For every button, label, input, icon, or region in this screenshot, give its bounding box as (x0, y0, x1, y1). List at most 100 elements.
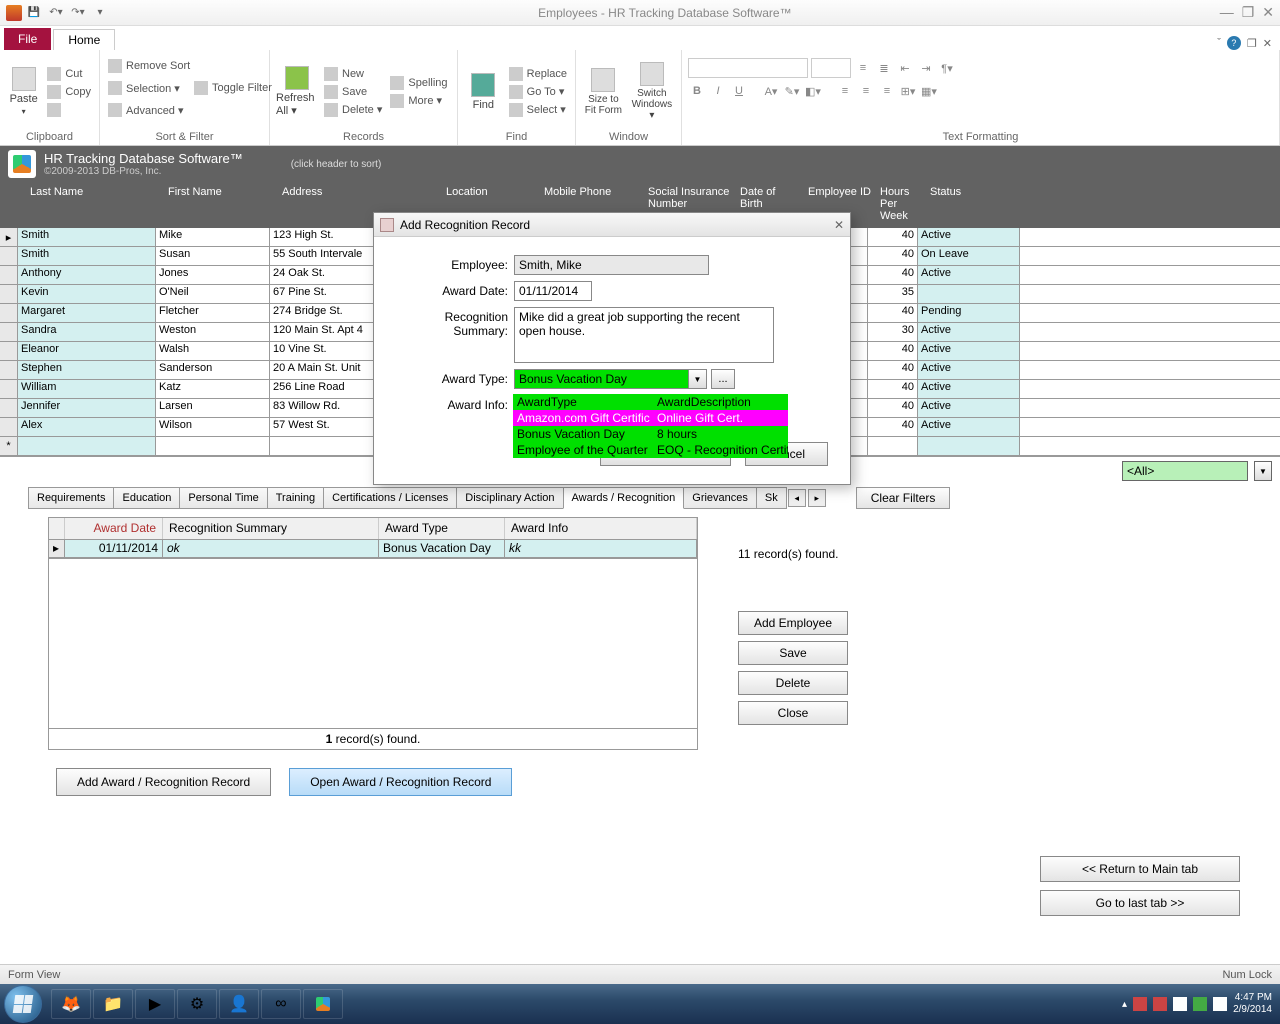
awardtype-dropdown-icon[interactable]: ▼ (689, 369, 707, 389)
select-button[interactable]: Select ▾ (507, 102, 569, 118)
remove-sort-button[interactable]: Remove Sort (106, 58, 274, 74)
start-button[interactable] (4, 985, 42, 1023)
format-painter-button[interactable] (45, 102, 93, 118)
awarddate-field[interactable]: 01/11/2014 (514, 281, 592, 301)
dropdown-option[interactable]: Bonus Vacation Day8 hours (513, 426, 788, 442)
find-button[interactable]: Find (464, 54, 503, 129)
detail-tab[interactable]: Training (267, 487, 324, 509)
cut-button[interactable]: Cut (45, 66, 93, 82)
qat-customize-icon[interactable]: ▾ (90, 4, 110, 22)
minimize-button[interactable]: — (1220, 4, 1234, 21)
numbering-icon[interactable]: ≣ (875, 59, 893, 77)
align-center-button[interactable]: ≡ (857, 82, 875, 100)
column-header[interactable]: Status (926, 184, 1028, 224)
return-main-tab-button[interactable]: << Return to Main tab (1040, 856, 1240, 882)
goto-button[interactable]: Go To ▾ (507, 84, 569, 100)
save-record-button[interactable]: Save (322, 84, 384, 100)
tray-icon-1[interactable] (1133, 997, 1147, 1011)
para-icon[interactable]: ¶▾ (938, 59, 956, 77)
go-last-tab-button[interactable]: Go to last tab >> (1040, 890, 1240, 916)
refresh-all-button[interactable]: Refresh All ▾ (276, 54, 318, 129)
fill-button[interactable]: ◧▾ (804, 82, 822, 100)
new-record-button[interactable]: New (322, 66, 384, 82)
switch-windows-button[interactable]: Switch Windows ▾ (629, 54, 675, 129)
tray-flag-icon[interactable] (1213, 997, 1227, 1011)
close-button[interactable]: ✕ (1262, 4, 1274, 21)
taskbar-app1-icon[interactable]: ⚙ (177, 989, 217, 1019)
file-tab[interactable]: File (4, 28, 51, 50)
gridlines-button[interactable]: ⊞▾ (899, 82, 917, 100)
window-close-icon[interactable]: ✕ (1263, 37, 1272, 50)
detail-tab[interactable]: Personal Time (179, 487, 267, 509)
tab-scroll-left[interactable]: ◂ (788, 489, 806, 507)
detail-tab[interactable]: Grievances (683, 487, 757, 509)
spelling-button[interactable]: Spelling (388, 75, 449, 91)
underline-button[interactable]: U (730, 82, 748, 100)
font-color-button[interactable]: A▾ (762, 82, 780, 100)
dialog-titlebar[interactable]: Add Recognition Record ✕ (374, 213, 850, 237)
copy-button[interactable]: Copy (45, 84, 93, 100)
tray-icon-2[interactable] (1153, 997, 1167, 1011)
italic-button[interactable]: I (709, 82, 727, 100)
dialog-close-icon[interactable]: ✕ (834, 218, 844, 232)
font-family-combo[interactable] (688, 58, 808, 78)
tray-network-icon[interactable] (1193, 997, 1207, 1011)
window-restore-icon[interactable]: ❐ (1247, 37, 1257, 50)
column-header[interactable]: First Name (164, 184, 278, 224)
indent-dec-icon[interactable]: ⇤ (896, 59, 914, 77)
clear-filters-button[interactable]: Clear Filters (856, 487, 951, 509)
awardtype-dropdown-list[interactable]: AwardTypeAwardDescriptionAmazon.com Gift… (513, 394, 788, 458)
col-recognition-summary[interactable]: Recognition Summary (163, 518, 379, 539)
align-left-button[interactable]: ≡ (836, 82, 854, 100)
col-award-info[interactable]: Award Info (505, 518, 697, 539)
paste-button[interactable]: Paste▾ (6, 54, 41, 129)
open-award-button[interactable]: Open Award / Recognition Record (289, 768, 512, 796)
awards-subgrid[interactable]: Award Date Recognition Summary Award Typ… (48, 517, 698, 559)
detail-tab[interactable]: Certifications / Licenses (323, 487, 457, 509)
delete-record-button[interactable]: Delete ▾ (322, 102, 384, 118)
home-tab[interactable]: Home (53, 29, 115, 50)
col-award-date[interactable]: Award Date (65, 518, 163, 539)
maximize-button[interactable]: ❐ (1242, 4, 1255, 21)
dropdown-option[interactable]: Amazon.com Gift CertificOnline Gift Cert… (513, 410, 788, 426)
dropdown-option[interactable]: Employee of the QuarterEOQ - Recognition… (513, 442, 788, 458)
subgrid-row[interactable]: ▸ 01/11/2014 ok Bonus Vacation Day kk (49, 540, 697, 558)
taskbar-firefox-icon[interactable]: 🦊 (51, 989, 91, 1019)
tray-volume-icon[interactable] (1173, 997, 1187, 1011)
side-button[interactable]: Close (738, 701, 848, 725)
ribbon-minimize-icon[interactable]: ˇ (1217, 37, 1221, 49)
add-award-button[interactable]: Add Award / Recognition Record (56, 768, 271, 796)
column-header[interactable]: Hours Per Week (876, 184, 926, 224)
replace-button[interactable]: Replace (507, 66, 569, 82)
bold-button[interactable]: B (688, 82, 706, 100)
side-button[interactable]: Add Employee (738, 611, 848, 635)
qat-undo-icon[interactable]: ↶▾ (46, 4, 66, 22)
advanced-filter-button[interactable]: Advanced ▾ (106, 102, 274, 118)
taskbar-app2-icon[interactable]: 👤 (219, 989, 259, 1019)
size-to-fit-button[interactable]: Size to Fit Form (582, 54, 625, 129)
detail-tab[interactable]: Requirements (28, 487, 114, 509)
col-award-type[interactable]: Award Type (379, 518, 505, 539)
altrow-button[interactable]: ▦▾ (920, 82, 938, 100)
side-button[interactable]: Delete (738, 671, 848, 695)
tray-expand-icon[interactable]: ▴ (1122, 999, 1127, 1010)
tab-scroll-right[interactable]: ▸ (808, 489, 826, 507)
help-icon[interactable]: ? (1227, 36, 1241, 50)
bullets-icon[interactable]: ≡ (854, 59, 872, 77)
taskbar-media-icon[interactable]: ▶ (135, 989, 175, 1019)
column-header[interactable]: Last Name (26, 184, 164, 224)
taskbar-explorer-icon[interactable]: 📁 (93, 989, 133, 1019)
detail-tab[interactable]: Education (113, 487, 180, 509)
detail-tab[interactable]: Sk (756, 487, 787, 509)
font-size-combo[interactable] (811, 58, 851, 78)
indent-inc-icon[interactable]: ⇥ (917, 59, 935, 77)
selection-button[interactable]: Selection ▾ Toggle Filter (106, 80, 274, 96)
taskbar-hrapp-icon[interactable] (303, 989, 343, 1019)
status-filter-combo[interactable]: <All> (1122, 461, 1248, 481)
filter-dropdown-icon[interactable]: ▼ (1254, 461, 1272, 481)
detail-tab[interactable]: Disciplinary Action (456, 487, 563, 509)
taskbar-vs-icon[interactable]: ∞ (261, 989, 301, 1019)
awardtype-ellipsis-button[interactable]: ... (711, 369, 735, 389)
qat-redo-icon[interactable]: ↷▾ (68, 4, 88, 22)
summary-field[interactable]: Mike did a great job supporting the rece… (514, 307, 774, 363)
